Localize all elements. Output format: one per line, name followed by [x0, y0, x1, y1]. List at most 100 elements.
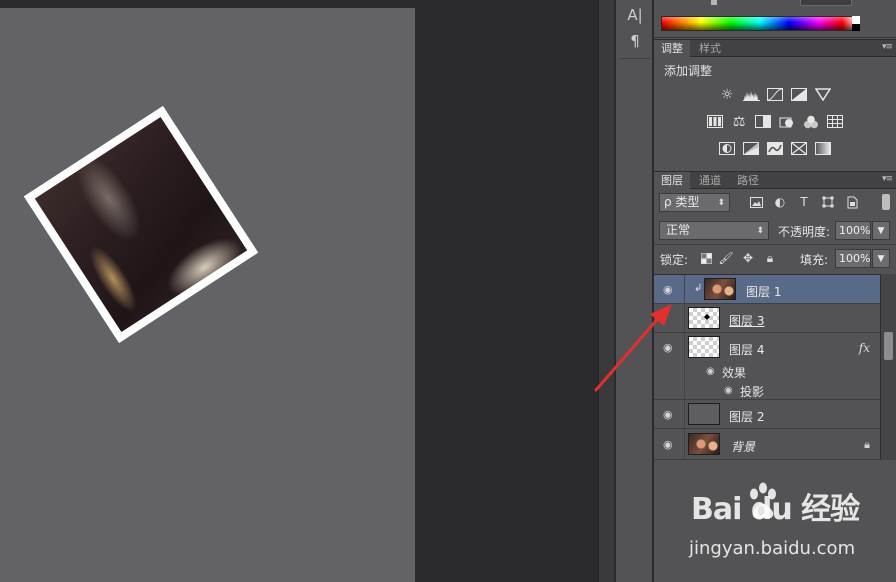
- chevron-down-icon: ▼: [877, 253, 885, 264]
- adjustments-title: 添加调整: [664, 64, 713, 78]
- filter-type-icon[interactable]: T: [796, 194, 812, 210]
- scrollbar-thumb[interactable]: [884, 332, 893, 360]
- opacity-label: 不透明度:: [778, 225, 831, 239]
- photo-image: [34, 116, 248, 333]
- tab-channels[interactable]: 通道: [692, 172, 728, 189]
- adjustments-row-1: ☼: [654, 87, 896, 107]
- fill-input[interactable]: 100%: [835, 249, 871, 268]
- layer-thumbnail[interactable]: [688, 307, 720, 329]
- color-value-box[interactable]: [800, 0, 852, 6]
- layer-row[interactable]: ◉ ↲ 图层 1: [654, 275, 880, 304]
- hue-saturation-icon[interactable]: [706, 114, 725, 129]
- threshold-icon[interactable]: [766, 141, 785, 156]
- color-spectrum[interactable]: [661, 16, 859, 31]
- layer-row[interactable]: 图层 3: [654, 304, 880, 333]
- filter-toggle-switch[interactable]: [882, 194, 890, 210]
- layers-list[interactable]: ◉ ↲ 图层 1 图层 3 ◉ 图层 4 fx ◉ 效果 ◉ 投影 ◉ 图层 2…: [654, 274, 880, 460]
- layer-row[interactable]: ◉ 背景 🔒︎: [654, 429, 880, 460]
- gradient-map-icon[interactable]: [814, 141, 833, 156]
- curves-icon[interactable]: [766, 87, 785, 102]
- layer-filter-select[interactable]: ρ 类型 ⬍: [659, 193, 730, 212]
- filter-adjustment-icon[interactable]: ◐: [772, 194, 788, 210]
- layer-name[interactable]: 图层 1: [746, 283, 781, 300]
- tab-styles[interactable]: 样式: [692, 40, 728, 57]
- brightness-contrast-icon[interactable]: ☼: [718, 87, 737, 103]
- black-white-swatch[interactable]: [852, 16, 860, 31]
- character-panel-button[interactable]: A|: [616, 2, 654, 28]
- panel-tool-strip: A| ¶: [615, 0, 653, 582]
- filter-smart-object-icon[interactable]: [844, 194, 860, 210]
- effects-label[interactable]: 效果: [722, 364, 746, 381]
- annotation-arrow-icon: [594, 304, 672, 392]
- blend-mode-select[interactable]: 正常 ⬍: [659, 221, 769, 240]
- workspace-scrollbar[interactable]: [598, 0, 614, 582]
- watermark-brand: Bai du 经验: [691, 492, 860, 527]
- black-white-icon[interactable]: [754, 114, 773, 129]
- lock-all-icon[interactable]: 🔒︎: [762, 250, 778, 266]
- effects-eye-icon[interactable]: ◉: [706, 366, 715, 377]
- document-canvas[interactable]: [0, 8, 415, 582]
- visibility-eye-icon[interactable]: ◉: [663, 409, 677, 420]
- opacity-slider-button[interactable]: ▼: [872, 221, 890, 240]
- layer-name[interactable]: 图层 4: [729, 341, 764, 358]
- adjustments-tab-header: 调整 样式 ▾≡: [654, 39, 896, 57]
- selective-color-icon[interactable]: [790, 141, 809, 156]
- watermark-url: jingyan.baidu.com: [689, 538, 856, 559]
- blend-mode-value: 正常: [666, 223, 691, 237]
- rotated-photo-frame: [23, 105, 259, 344]
- layer-row[interactable]: ◉ 图层 4 fx ◉ 效果 ◉ 投影: [654, 333, 880, 400]
- paragraph-icon: ¶: [630, 32, 640, 50]
- tab-paths[interactable]: 路径: [730, 172, 766, 189]
- document-workspace[interactable]: [0, 0, 596, 582]
- spectrum-shade: [662, 17, 858, 30]
- drop-shadow-eye-icon[interactable]: ◉: [724, 385, 733, 396]
- adjustments-row-3: [654, 141, 896, 161]
- filter-kind-label: ρ 类型: [664, 195, 700, 209]
- layer-effects-fx-icon[interactable]: fx: [859, 341, 870, 355]
- visibility-eye-icon[interactable]: ◉: [663, 439, 677, 450]
- fill-slider-button[interactable]: ▼: [872, 249, 890, 268]
- tab-adjustments[interactable]: 调整: [654, 40, 690, 57]
- baidu-watermark: Bai du 经验 jingyan.baidu.com: [683, 482, 883, 574]
- tab-layers[interactable]: 图层: [654, 172, 690, 189]
- paragraph-panel-button[interactable]: ¶: [616, 28, 654, 54]
- lock-transparency-icon[interactable]: [698, 250, 714, 266]
- layers-tab-header: 图层 通道 路径 ▾≡: [654, 171, 896, 189]
- channel-mixer-icon[interactable]: [802, 114, 821, 129]
- vibrance-icon[interactable]: [814, 87, 833, 102]
- layer-name[interactable]: 图层 2: [729, 408, 764, 425]
- layers-scrollbar[interactable]: [880, 274, 896, 460]
- layer-thumbnail[interactable]: [688, 433, 720, 455]
- photo-filter-icon[interactable]: [778, 114, 797, 129]
- lock-label: 锁定:: [660, 253, 689, 267]
- levels-icon[interactable]: [742, 87, 761, 102]
- filter-pixel-icon[interactable]: [748, 194, 764, 210]
- layer-name[interactable]: 背景: [731, 438, 755, 455]
- lock-position-icon[interactable]: ✥: [740, 250, 756, 266]
- panel-menu-icon[interactable]: ▾≡: [882, 174, 893, 184]
- drop-shadow-label[interactable]: 投影: [740, 383, 764, 400]
- visibility-eye-icon[interactable]: ◉: [663, 284, 677, 295]
- panel-menu-icon[interactable]: ▾≡: [882, 42, 893, 52]
- layer-row[interactable]: ◉ 图层 2: [654, 400, 880, 429]
- color-slider-handle[interactable]: [711, 0, 717, 5]
- opacity-input[interactable]: 100%: [835, 221, 871, 240]
- clipping-arrow-icon: ↲: [694, 283, 703, 294]
- layer-thumbnail[interactable]: [704, 278, 736, 300]
- lock-icon: 🔒︎: [864, 438, 870, 451]
- fill-label: 填充:: [800, 253, 829, 267]
- invert-icon[interactable]: [718, 141, 737, 156]
- filter-shape-icon[interactable]: [820, 194, 836, 210]
- posterize-icon[interactable]: [742, 141, 761, 156]
- color-lookup-icon[interactable]: [826, 114, 845, 129]
- lock-pixels-icon[interactable]: 🖌: [718, 250, 734, 266]
- layer-thumbnail[interactable]: [688, 336, 720, 358]
- layer-name[interactable]: 图层 3: [729, 312, 764, 329]
- exposure-icon[interactable]: [790, 87, 809, 102]
- chevron-updown-icon: ⬍: [756, 226, 764, 236]
- layer-thumbnail[interactable]: [688, 403, 720, 425]
- type-icon: A|: [627, 6, 643, 24]
- adjustments-row-2: ⚖: [654, 114, 896, 134]
- color-balance-icon[interactable]: ⚖: [730, 114, 749, 130]
- color-panel: [654, 0, 896, 38]
